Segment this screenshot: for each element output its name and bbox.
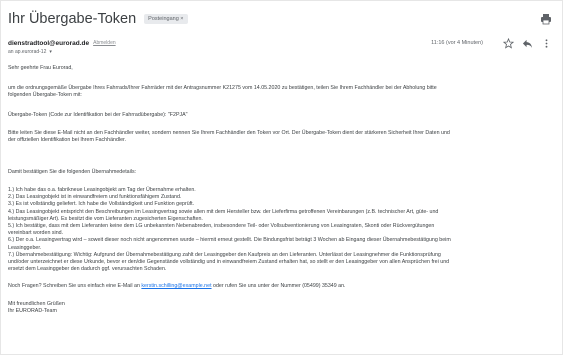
questions-suffix: oder rufen Sie uns unter der Nummer (054… xyxy=(211,283,346,289)
list-item: leistungsmäßiger Art). Es besitzt die vo… xyxy=(8,215,203,222)
chevron-down-icon[interactable]: ▾ xyxy=(49,49,52,55)
list-item: 3.) Es ist vollständig geliefert. Ich ha… xyxy=(8,201,195,208)
list-item: Leasinggeber. xyxy=(8,244,42,251)
sender-address[interactable]: Abmelden xyxy=(93,40,116,46)
subject-row: Ihr Übergabe-Token Posteingang × xyxy=(8,9,552,29)
email-view: Ihr Übergabe-Token Posteingang × dienstr… xyxy=(0,0,563,355)
intro-block: um die ordnungsgemäße Übergabe Ihres Fah… xyxy=(8,85,548,99)
note-line: der offiziellen Identifikation bei Ihrem… xyxy=(8,137,126,144)
reply-icon[interactable] xyxy=(522,38,533,49)
more-vertical-icon[interactable] xyxy=(541,38,552,49)
questions-block: Noch Fragen? Schreiben Sie uns einfach e… xyxy=(8,283,548,290)
confirm-intro-block: Damit bestätigen Sie die folgenden Übern… xyxy=(8,169,548,176)
list-item: 6.) Der o.a. Leasingvertrag wird – sowei… xyxy=(8,237,451,244)
closing-block: Mit freundlichen Grüßen Ihr EURORAD-Team xyxy=(8,301,548,315)
confirm-intro: Damit bestätigen Sie die folgenden Übern… xyxy=(8,169,137,175)
questions-line: Noch Fragen? Schreiben Sie uns einfach e… xyxy=(8,283,548,290)
message-timestamp: 11:16 (vor 4 Minuten) xyxy=(431,40,483,46)
greeting-block: Sehr geehrte Frau Eurorad, xyxy=(8,65,548,72)
list-item: 1.) Ich habe das o.a. fabrikneue Leasing… xyxy=(8,187,196,193)
recipient-text: an ap.eurorad-12 xyxy=(8,49,47,55)
token-line: Übergabe-Token (Code zur Identifikation … xyxy=(8,112,188,118)
email-subject: Ihr Übergabe-Token xyxy=(8,11,137,27)
intro-line: folgenden Übergabe-Token mit: xyxy=(8,92,82,99)
closing-line: Ihr EURORAD-Team xyxy=(8,308,57,315)
contact-email-link[interactable]: kerstin.schilling@example.net xyxy=(141,283,211,289)
questions-prefix: Noch Fragen? Schreiben Sie uns einfach e… xyxy=(8,283,142,289)
inbox-label-chip[interactable]: Posteingang × xyxy=(144,14,188,24)
list-item: 2.) Das Leasingobjekt ist in einwandfrei… xyxy=(8,194,182,201)
list-item: 7.) Übernahmebestätigung: Wichtig: Aufgr… xyxy=(8,251,441,258)
print-icon[interactable] xyxy=(540,12,552,25)
list-item: ersetzt dem Leasinggeber den dadurch ggf… xyxy=(8,266,167,273)
recipient-row[interactable]: an ap.eurorad-12 ▾ xyxy=(8,48,52,56)
closing-line: Mit freundlichen Grüßen xyxy=(8,301,65,307)
greeting: Sehr geehrte Frau Eurorad, xyxy=(8,65,73,71)
message-actions: 11:16 (vor 4 Minuten) xyxy=(431,37,552,49)
star-icon[interactable] xyxy=(503,37,514,49)
confirmation-list: 1.) Ich habe das o.a. fabrikneue Leasing… xyxy=(8,187,548,273)
list-item: 4.) Das Leasingobjekt entspricht den Bes… xyxy=(8,208,439,215)
sender-name[interactable]: dienstradtool@eurorad.de xyxy=(8,40,89,47)
list-item: 5.) Ich bestätige, dass mit dem Lieferan… xyxy=(8,223,435,230)
note-block: Bitte leiten Sie diese E-Mail nicht an d… xyxy=(8,130,548,144)
note-line: Bitte leiten Sie diese E-Mail nicht an d… xyxy=(8,130,450,136)
token-block: Übergabe-Token (Code zur Identifikation … xyxy=(8,112,548,119)
intro-line: um die ordnungsgemäße Übergabe Ihres Fah… xyxy=(8,85,437,91)
list-item: und/oder unterzeichnet er diese Urkunde,… xyxy=(8,259,450,266)
